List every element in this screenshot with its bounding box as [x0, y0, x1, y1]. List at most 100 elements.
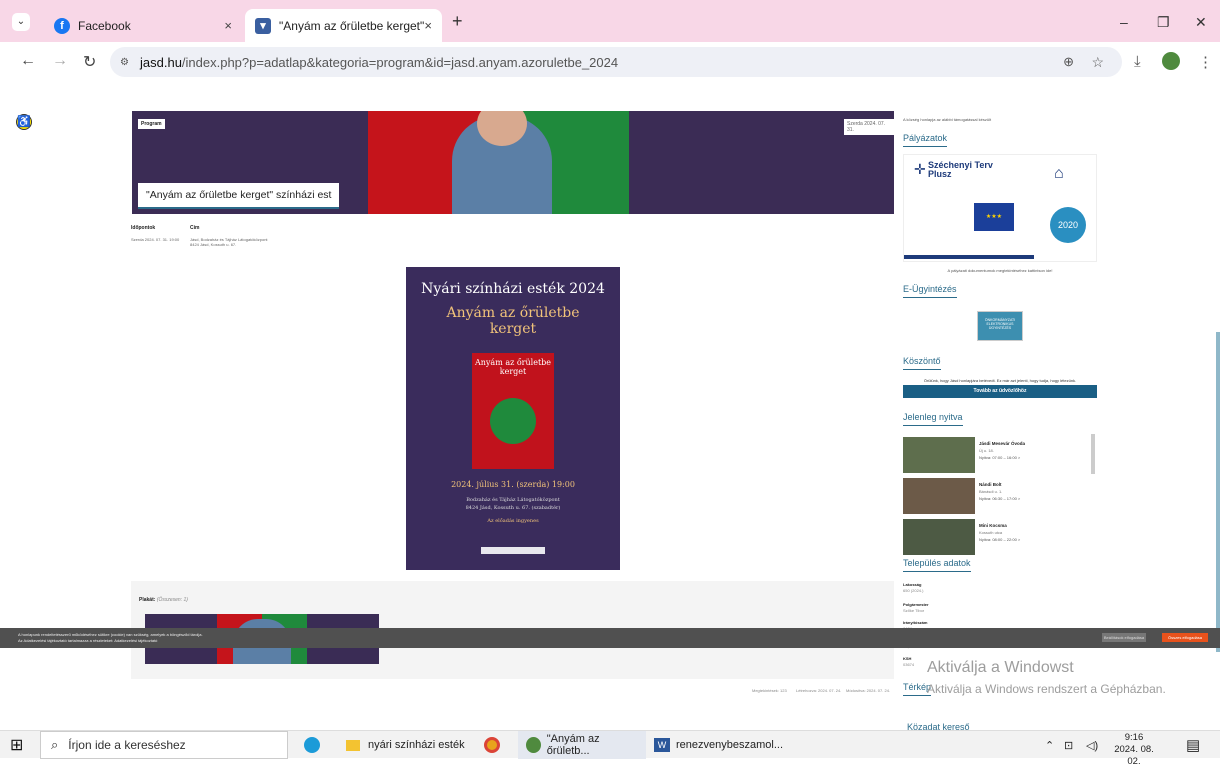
place-hours: Nyitva: 07:00 – 16:00 > [979, 455, 1021, 460]
tab-current-page[interactable]: ▾ "Anyám az őrületbe kerget" szín × [245, 9, 442, 42]
notifications-icon[interactable]: ▤ [1186, 731, 1200, 759]
poster-gallery-label: Plakát: (Összesen: 1) [139, 597, 188, 603]
taskbar-app-label: "Anyám az őrületb... [546, 733, 600, 757]
taskbar-clock[interactable]: 9:16 2024. 08. 02. [1112, 732, 1156, 768]
taskbar-edge[interactable] [304, 731, 326, 759]
cookie-accept-button[interactable]: Összes elfogadása [1162, 633, 1208, 642]
download-icon[interactable]: ⤓ [1134, 53, 1141, 70]
open-place-item[interactable]: Mini Kocsma Kossuth utca Nyitva: 08:00 –… [903, 519, 1093, 555]
url-input[interactable]: ⚙ jasd.hu/index.php?p=adatlap&kategoria=… [110, 47, 1122, 77]
windows-taskbar: ⊞ ⌕ Írjon ide a kereséshez nyári színház… [0, 730, 1220, 767]
eu-docs-note[interactable]: A pályázati dokumentumok megtekintéséhez… [903, 268, 1097, 273]
stat-label: Polgármester [903, 602, 929, 607]
menu-kebab-icon[interactable]: ⋮ [1198, 53, 1213, 71]
zoom-icon[interactable]: ⊕ [1063, 54, 1074, 70]
back-icon[interactable]: ← [20, 52, 36, 70]
bookmark-star-icon[interactable]: ☆ [1091, 54, 1104, 71]
url-host: jasd.hu [140, 54, 182, 70]
event-title: "Anyám az őrületbe kerget" színházi est [138, 183, 340, 209]
tray-chevron-icon[interactable]: ⌃ [1045, 731, 1054, 759]
windows-activation-text: Aktiválja a Windows rendszert a Gépházba… [927, 682, 1166, 696]
minimize-button[interactable]: – [1120, 14, 1128, 30]
taskbar-word[interactable]: Wrenezvenybeszamol... [654, 731, 783, 759]
view-count: Megtekintések: 123 [752, 688, 787, 693]
cookie-policy-link[interactable]: Az Adatkezelési tájékoztató tartalmazza … [18, 638, 1202, 644]
taskbar-search-input[interactable]: ⌕ Írjon ide a kereséshez [40, 731, 288, 759]
stat-population: Lakosság 650 (2024.) [903, 582, 1093, 594]
search-icon: ⌕ [51, 737, 59, 752]
open-now-heading: Jelenleg nyitva [903, 412, 963, 426]
url-path: /index.php?p=adatlap&kategoria=program&i… [181, 54, 619, 70]
place-hours: Nyitva: 06:30 – 17:00 > [979, 496, 1021, 501]
koszonto-heading: Köszöntő [903, 356, 941, 370]
taskbar-app-label: renezvenybeszamol... [676, 739, 783, 751]
program-badge: Program [138, 119, 165, 129]
modified-date: Módosítva: 2024. 07. 24. [846, 688, 891, 693]
network-icon[interactable]: ⊡ [1064, 731, 1073, 759]
profile-avatar[interactable] [1162, 52, 1180, 70]
jasd-crest-icon: ▾ [255, 17, 271, 34]
palyazatok-heading: Pályázatok [903, 133, 948, 147]
poster-venue: Bodzaház és Tájház Látogatóközpont 8424 J… [406, 496, 620, 512]
new-tab-button[interactable]: + [452, 11, 463, 32]
address-bar-row: ← → ↻ ⚙ jasd.hu/index.php?p=adatlap&kate… [0, 42, 1220, 82]
poster-gallery-count: (Összesen: 1) [156, 597, 188, 603]
event-poster[interactable]: Nyári színházi esték 2024 Anyám az őrüle… [406, 267, 620, 570]
chrome-icon [484, 737, 500, 753]
schedule-time: Szerda 2024. 07. 31. 19:00 [131, 237, 180, 242]
site-info-icon[interactable]: ⚙ [120, 57, 129, 68]
poster-free-entry: Az előadás ingyenes [487, 518, 539, 524]
place-address: Új u. 18. [979, 448, 994, 453]
place-thumbnail [903, 437, 975, 473]
windows-start-icon[interactable]: ⊞ [10, 731, 23, 759]
close-tab-icon[interactable]: × [224, 18, 232, 33]
poster-image-title: Anyám az őrületbe kerget [474, 358, 552, 376]
close-tab-icon[interactable]: × [424, 18, 432, 33]
place-name: Nándi Bolt [979, 482, 1002, 487]
close-window-button[interactable]: ✕ [1195, 14, 1207, 31]
cookie-settings-button[interactable]: Beállítások elfogadása [1102, 633, 1146, 642]
place-name: Mini Kocsma [979, 523, 1007, 528]
browser-tab-bar: ⌄ f Facebook × ▾ "Anyám az őrületbe kerg… [0, 0, 1220, 42]
tab-search-dropdown-icon[interactable]: ⌄ [12, 13, 30, 31]
volume-icon[interactable]: ◁) [1086, 731, 1098, 759]
folder-icon [346, 739, 360, 751]
schedule-address: 8424 Jásd, Kossuth u. 67. [190, 242, 237, 247]
accessibility-icon[interactable]: ♿ [16, 114, 32, 130]
telepules-heading: Település adatok [903, 558, 971, 572]
sidebar: A község honlapja az alábbi támogatással… [903, 82, 1097, 710]
schedule-time-header: Időpontok [131, 225, 156, 231]
place-name: Jásdi Mesevár Óvoda [979, 441, 1026, 446]
tab-label: "Anyám az őrületbe kerget" szín [279, 18, 427, 33]
reload-icon[interactable]: ↻ [83, 52, 96, 72]
eu-flag-icon: ★★★ [974, 203, 1014, 231]
tab-label: Facebook [78, 18, 131, 33]
stat-mayor: Polgármester Szőke Tibor [903, 602, 1093, 614]
open-place-item[interactable]: Jásdi Mesevár Óvoda Új u. 18. Nyitva: 07… [903, 437, 1093, 473]
koszonto-button[interactable]: Tovább az üdvözlőhöz [903, 385, 1097, 398]
page-content: ♿ Program Szerda 2024. 07. 31. "Anyám az… [0, 82, 1220, 710]
open-place-item[interactable]: Nándi Bolt Bánásdi u. 1. Nyitva: 06:30 –… [903, 478, 1093, 514]
eugy-banner[interactable]: ÖNKORMÁNYZATI ELEKTRONIKUS ÜGYINTÉZÉS [977, 311, 1023, 341]
facebook-icon: f [54, 17, 70, 34]
2020-badge-icon: 2020 [1050, 207, 1086, 243]
windows-activation-title: Aktiválja a Windowst [927, 659, 1074, 676]
poster-play-title: Anyám az őrületbe kerget [446, 305, 580, 337]
restore-button[interactable]: ❐ [1157, 14, 1170, 31]
place-hours: Nyitva: 08:00 – 22:00 > [979, 537, 1021, 542]
poster-image-circle [490, 398, 536, 444]
magyar-falu-logo-icon: ⌂ [1054, 165, 1064, 182]
poster-image: Anyám az őrületbe kerget [472, 353, 554, 469]
tab-facebook[interactable]: f Facebook × [44, 9, 242, 42]
taskbar-folder[interactable]: nyári színházi esték [346, 731, 465, 759]
open-list-scrollbar[interactable] [1091, 434, 1095, 474]
szechenyi-plusz-banner[interactable]: ✛ Széchenyi Terv Plusz ★★★ ⌂ 2020 [903, 154, 1097, 262]
page-scrollbar[interactable] [1216, 332, 1220, 652]
forward-icon[interactable]: → [52, 52, 68, 70]
poster-sponsor-logos [481, 547, 545, 554]
chrome-profile-icon [526, 737, 541, 753]
search-placeholder: Írjon ide a kereséshez [68, 738, 186, 752]
taskbar-chrome-profile[interactable]: "Anyám az őrületb... [518, 731, 646, 759]
taskbar-chrome[interactable] [484, 731, 506, 759]
koszonto-text: Örülünk, hogy Jásd honlapjára betévedt. … [923, 378, 1077, 383]
